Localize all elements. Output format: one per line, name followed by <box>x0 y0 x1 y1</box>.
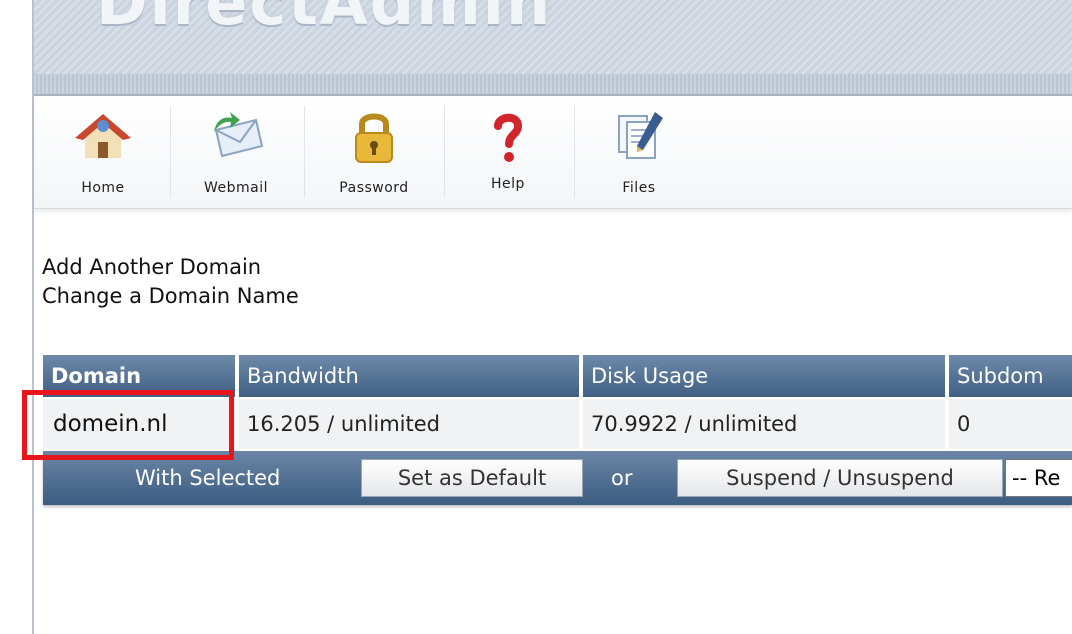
toolbar-separator <box>304 106 305 198</box>
padlock-icon <box>355 113 393 163</box>
toolbar-help-label: Help <box>491 176 525 192</box>
cell-subdomains: 0 <box>949 399 1072 449</box>
cell-bandwidth: 16.205 / unlimited <box>239 399 581 449</box>
directadmin-logo: DirectAdmin <box>96 0 553 39</box>
toolbar-help[interactable]: Help <box>454 96 562 208</box>
question-mark-icon <box>494 113 523 162</box>
header-bandwidth[interactable]: Bandwidth <box>239 355 581 397</box>
header-subdomains[interactable]: Subdom <box>949 355 1072 397</box>
toolbar-password[interactable]: Password <box>316 96 432 208</box>
toolbar-files-label: Files <box>622 180 656 196</box>
header-banner: DirectAdmin <box>34 0 1072 74</box>
toolbar-password-label: Password <box>339 180 409 196</box>
set-default-button[interactable]: Set as Default <box>361 459 583 497</box>
toolbar-files[interactable]: Files <box>584 96 694 208</box>
toolbar-home-label: Home <box>81 180 125 196</box>
files-icon <box>618 112 663 159</box>
toolbar-separator <box>444 106 445 198</box>
highlight-box <box>22 390 234 460</box>
cell-disk-usage: 70.9922 / unlimited <box>583 399 947 449</box>
toolbar-webmail[interactable]: Webmail <box>180 96 292 208</box>
toolbar-home[interactable]: Home <box>48 96 158 208</box>
action-select[interactable]: -- Re <box>1005 459 1072 497</box>
house-icon <box>75 114 131 158</box>
header-strip <box>34 74 1072 96</box>
envelope-icon <box>214 112 264 158</box>
suspend-button[interactable]: Suspend / Unsuspend <box>677 459 1003 497</box>
add-domain-link[interactable]: Add Another Domain <box>42 255 261 279</box>
toolbar: Home Webmail Password Help Files <box>34 96 1072 209</box>
toolbar-webmail-label: Webmail <box>203 180 269 196</box>
toolbar-separator <box>574 106 575 198</box>
change-domain-link[interactable]: Change a Domain Name <box>42 284 299 308</box>
toolbar-separator <box>170 106 171 198</box>
header-disk-usage[interactable]: Disk Usage <box>583 355 947 397</box>
or-label: or <box>611 466 633 490</box>
